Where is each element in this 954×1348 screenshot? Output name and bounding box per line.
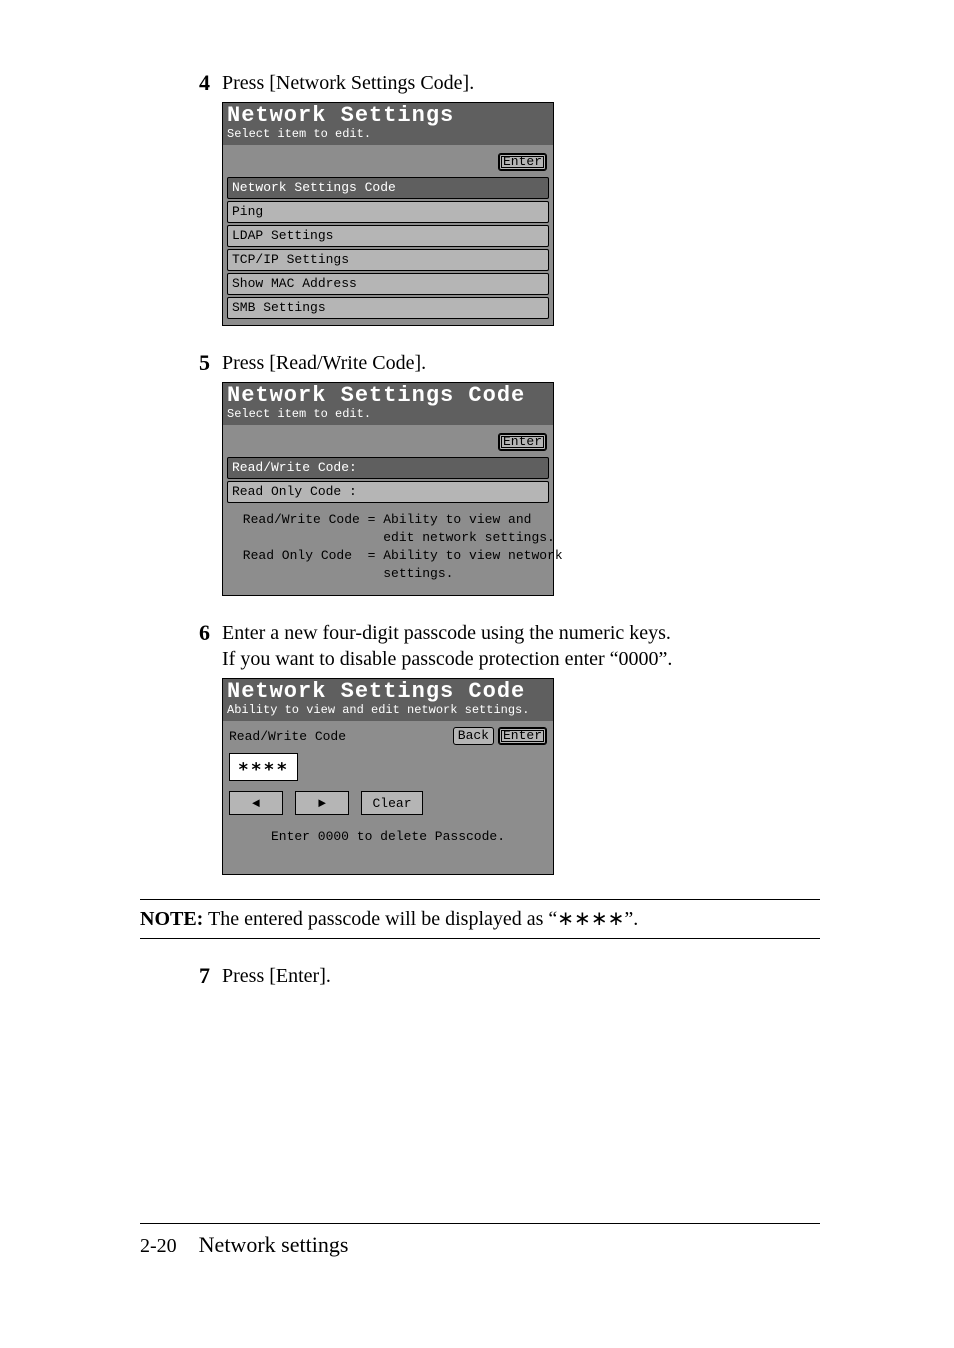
enter-button[interactable]: Enter — [498, 727, 547, 745]
step-text: Press [Enter]. — [222, 963, 820, 989]
menu-item-read-write-code[interactable]: Read/Write Code: — [227, 457, 549, 479]
page-number: 2-20 — [140, 1235, 177, 1258]
clear-button[interactable]: Clear — [361, 791, 423, 815]
divider — [140, 938, 820, 939]
step-text: Press [Network Settings Code]. — [222, 70, 820, 96]
right-arrow-button[interactable]: ► — [295, 791, 349, 815]
menu-item-tcpip-settings[interactable]: TCP/IP Settings — [227, 249, 549, 271]
back-button[interactable]: Back — [453, 727, 494, 745]
footer-divider — [140, 1223, 820, 1224]
step-number: 7 — [140, 963, 222, 989]
lcd-hint-text: Enter 0000 to delete Passcode. — [227, 823, 549, 870]
step-number: 6 — [140, 620, 222, 646]
step-text-line1: Enter a new four-digit passcode using th… — [222, 622, 671, 644]
lcd-title: Network Settings — [227, 105, 549, 127]
lcd-subtitle: Select item to edit. — [227, 407, 549, 421]
lcd-header: Network Settings Code Select item to edi… — [223, 383, 553, 425]
page-footer: 2-20 Network settings — [140, 1223, 820, 1258]
step-text-line2: If you want to disable passcode protecti… — [222, 648, 672, 670]
step-number: 5 — [140, 350, 222, 376]
lcd-info-text: Read/Write Code = Ability to view and ed… — [227, 505, 549, 591]
lcd-title: Network Settings Code — [227, 681, 549, 703]
menu-item-read-only-code[interactable]: Read Only Code : — [227, 481, 549, 503]
enter-button[interactable]: Enter — [498, 153, 547, 171]
passcode-input[interactable]: ∗∗∗∗ — [229, 753, 298, 781]
menu-item-ldap-settings[interactable]: LDAP Settings — [227, 225, 549, 247]
lcd-title: Network Settings Code — [227, 385, 549, 407]
lcd-header: Network Settings Code Ability to view an… — [223, 679, 553, 721]
left-arrow-icon: ◄ — [252, 796, 260, 811]
lcd-screen-passcode-entry: Network Settings Code Ability to view an… — [222, 678, 554, 875]
code-label: Read/Write Code — [229, 729, 346, 744]
menu-item-smb-settings[interactable]: SMB Settings — [227, 297, 549, 319]
left-arrow-button[interactable]: ◄ — [229, 791, 283, 815]
lcd-header: Network Settings Select item to edit. — [223, 103, 553, 145]
menu-item-show-mac-address[interactable]: Show MAC Address — [227, 273, 549, 295]
enter-button[interactable]: Enter — [498, 433, 547, 451]
menu-item-ping[interactable]: Ping — [227, 201, 549, 223]
step-4: 4 Press [Network Settings Code]. — [140, 70, 820, 96]
step-number: 4 — [140, 70, 222, 96]
lcd-screen-network-settings-code: Network Settings Code Select item to edi… — [222, 382, 554, 596]
step-5: 5 Press [Read/Write Code]. — [140, 350, 820, 376]
step-6: 6 Enter a new four-digit passcode using … — [140, 620, 820, 672]
section-title: Network settings — [199, 1232, 349, 1258]
step-7: 7 Press [Enter]. — [140, 963, 820, 989]
menu-item-network-settings-code[interactable]: Network Settings Code — [227, 177, 549, 199]
note-label: NOTE: — [140, 908, 203, 930]
note-block: NOTE: The entered passcode will be displ… — [140, 899, 820, 939]
lcd-screen-network-settings: Network Settings Select item to edit. En… — [222, 102, 554, 326]
note-text: The entered passcode will be displayed a… — [203, 908, 638, 930]
lcd-subtitle: Select item to edit. — [227, 127, 549, 141]
step-text: Press [Read/Write Code]. — [222, 350, 820, 376]
step-text: Enter a new four-digit passcode using th… — [222, 620, 820, 672]
lcd-subtitle: Ability to view and edit network setting… — [227, 703, 549, 717]
right-arrow-icon: ► — [318, 796, 326, 811]
